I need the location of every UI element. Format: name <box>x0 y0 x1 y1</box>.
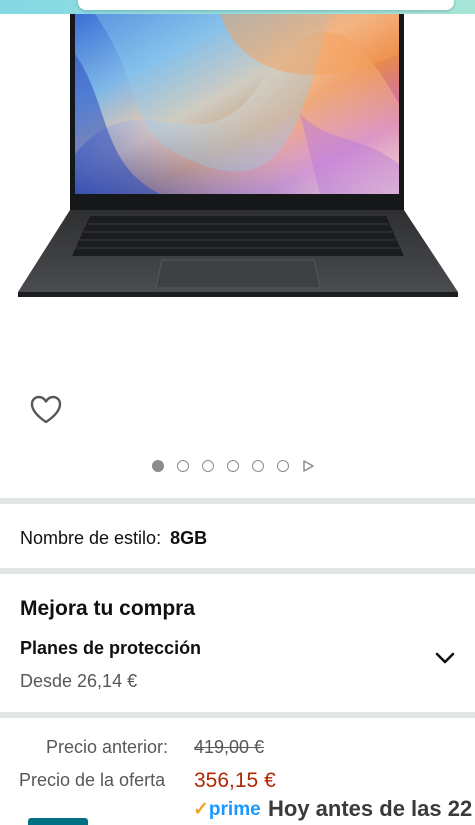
image-carousel-indicator <box>152 458 314 474</box>
wishlist-button[interactable] <box>30 395 62 425</box>
play-arrow-icon[interactable] <box>302 460 314 472</box>
delivery-row: ✓prime Hoy antes de las 22 <box>0 796 475 825</box>
previous-price-label: Precio anterior: <box>46 737 169 757</box>
section-divider <box>0 568 475 574</box>
previous-price-value: 419,00 € <box>194 737 265 757</box>
offer-price-value: 356,15 € <box>194 769 276 792</box>
carousel-dot[interactable] <box>252 460 264 472</box>
style-label: Nombre de estilo: <box>20 528 162 548</box>
carousel-dot[interactable] <box>202 460 214 472</box>
prime-label: prime <box>208 799 261 820</box>
style-selector[interactable]: Nombre de estilo: 8GB <box>20 528 207 549</box>
product-image[interactable] <box>0 14 475 304</box>
chevron-down-icon[interactable] <box>434 650 456 666</box>
carousel-dot[interactable] <box>152 460 164 472</box>
style-value: 8GB <box>170 528 208 548</box>
section-divider <box>0 712 475 718</box>
prime-check-icon: ✓ <box>193 799 209 820</box>
upgrade-title: Mejora tu compra <box>20 597 196 620</box>
protection-plan-title[interactable]: Planes de protección <box>20 638 201 659</box>
delivery-text: Hoy antes de las 22 <box>268 796 473 821</box>
laptop-illustration <box>18 14 458 297</box>
carousel-dot[interactable] <box>227 460 239 472</box>
carousel-dot[interactable] <box>177 460 189 472</box>
heart-icon <box>30 395 62 424</box>
carousel-dot[interactable] <box>277 460 289 472</box>
prime-badge: ✓prime <box>193 798 261 821</box>
product-page: Nombre de estilo: 8GB Mejora tu compra P… <box>0 0 475 825</box>
offer-price-label: Precio de la oferta <box>19 770 166 790</box>
section-divider <box>0 498 475 504</box>
floating-tab[interactable] <box>28 818 88 825</box>
search-input[interactable] <box>78 0 454 10</box>
protection-plan-price: Desde 26,14 € <box>20 671 138 691</box>
